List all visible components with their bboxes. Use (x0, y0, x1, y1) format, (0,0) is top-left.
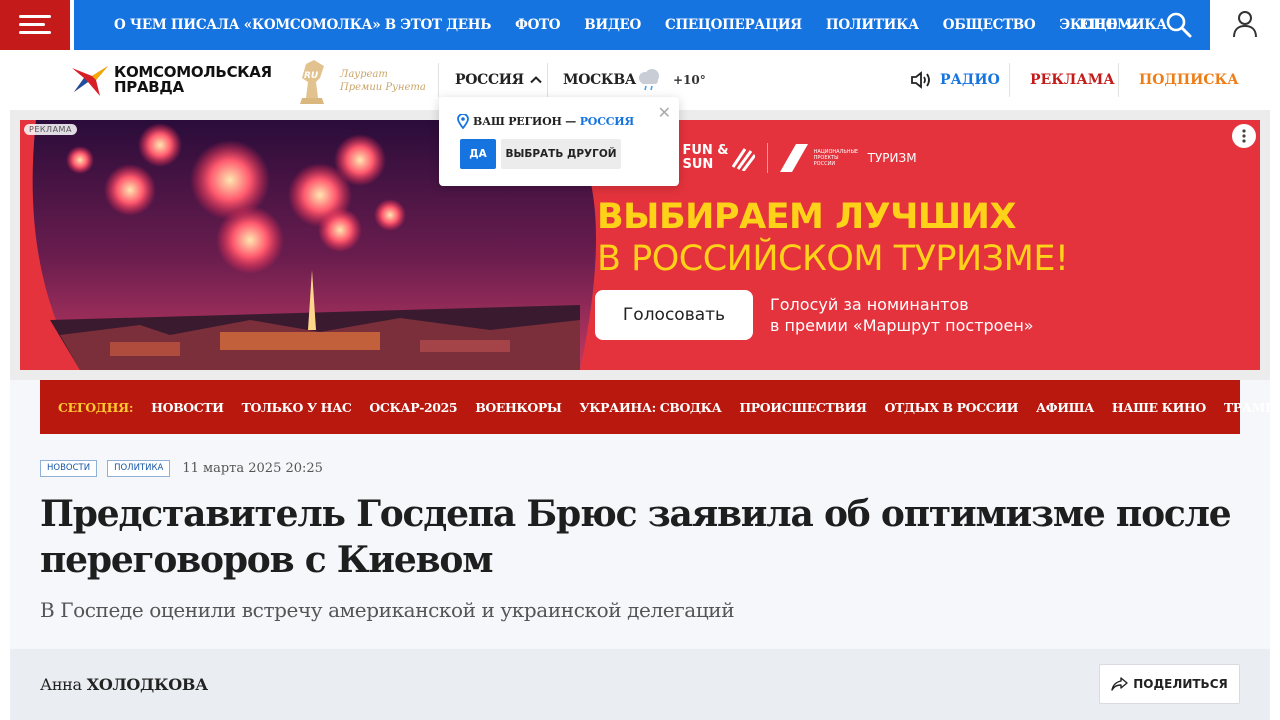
region-question: ВАШ РЕГИОН — РОССИЯ (457, 114, 634, 129)
laureat-text: Лауреат Премии Рунета (340, 68, 426, 94)
national-projects-logo: НАЦИОНАЛЬНЫЕ ПРОЕКТЫ РОССИИ (779, 144, 859, 172)
flag-shape-icon (779, 144, 808, 172)
header-divider (547, 63, 548, 97)
radio-label: РАДИО (940, 72, 1000, 88)
today-label: СЕГОДНЯ: (58, 399, 134, 415)
today-link-incidents[interactable]: ПРОИСШЕСТВИЯ (739, 400, 866, 415)
ad-headline-line-2: В РОССИЙСКОМ ТУРИЗМЕ! (597, 239, 1069, 279)
logo-line-2: ПРАВДА (114, 78, 184, 96)
funsun-line-2: SUN (682, 157, 714, 172)
article-title: Представитель Госдепа Брюс заявила об оп… (40, 493, 1232, 581)
ad-vote-text-line-1: Голосуй за номинантов (770, 295, 969, 314)
subscription-link[interactable]: ПОДПИСКА (1139, 50, 1239, 110)
more-label: ЕЩЕ (1079, 17, 1118, 33)
ad-vote-text: Голосуй за номинантов в премии «Маршрут … (770, 294, 1034, 336)
header-divider (1009, 63, 1010, 97)
today-link-news[interactable]: НОВОСТИ (151, 400, 224, 415)
svg-text:RU: RU (304, 71, 319, 81)
chevron-up-icon (530, 76, 542, 84)
today-link-war-correspondents[interactable]: ВОЕНКОРЫ (475, 400, 562, 415)
author-name[interactable]: Анна ХОЛОДКОВА (40, 649, 208, 720)
today-link-exclusive[interactable]: ТОЛЬКО У НАС (242, 400, 352, 415)
today-link-oscar[interactable]: ОСКАР-2025 (369, 400, 457, 415)
tag-politics[interactable]: ПОЛИТИКА (107, 459, 171, 477)
article-subtitle: В Госпеде оценили встречу американской и… (40, 598, 735, 622)
close-icon[interactable]: ✕ (658, 103, 671, 122)
author-bar: Анна ХОЛОДКОВА ПОДЕЛИТЬСЯ (10, 649, 1270, 720)
nav-link-video[interactable]: ВИДЕО (584, 17, 641, 33)
laureat-line-2: Премии Рунета (340, 82, 426, 93)
speaker-icon (911, 71, 930, 89)
ad-vote-text-line-2: в премии «Маршрут построен» (770, 316, 1034, 335)
nav-link-society[interactable]: ОБЩЕСТВО (943, 17, 1036, 33)
publish-date: 11 марта 2025 20:25 (182, 460, 323, 476)
national-projects-text: НАЦИОНАЛЬНЫЕ ПРОЕКТЫ РОССИИ (813, 149, 859, 167)
share-label: ПОДЕЛИТЬСЯ (1133, 677, 1228, 691)
advertising-link[interactable]: РЕКЛАМА (1030, 50, 1115, 110)
logo-bird-icon (72, 66, 108, 96)
ad-headline-line-1: ВЫБИРАЕМ ЛУЧШИХ (597, 197, 1016, 237)
site-logo[interactable]: КОМСОМОЛЬСКАЯ ПРАВДА (70, 60, 280, 100)
author-last-name: ХОЛОДКОВА (86, 675, 208, 694)
laureat-line-1: Лауреат (340, 69, 388, 80)
runet-award[interactable]: RU Лауреат Премии Рунета (294, 56, 434, 106)
today-link-travel-russia[interactable]: ОТДЫХ В РОССИИ (885, 400, 1019, 415)
top-navigation: О ЧЕМ ПИСАЛА «КОМСОМОЛКА» В ЭТОТ ДЕНЬ ФО… (0, 0, 1280, 50)
header-divider (438, 63, 439, 97)
ad-brand-logos: ЭТ ЕН FUN & SUN НАЦИОНАЛЬНЫЕ ПРОЕКТЫ РОС… (650, 140, 917, 176)
funsun-logo: FUN & SUN (682, 143, 755, 172)
ad-headline: ВЫБИРАЕМ ЛУЧШИХ В РОССИЙСКОМ ТУРИЗМЕ! (597, 196, 1069, 280)
today-link-afisha[interactable]: АФИША (1036, 400, 1094, 415)
user-icon[interactable] (1232, 10, 1258, 38)
more-vertical-icon (1242, 129, 1246, 143)
share-button[interactable]: ПОДЕЛИТЬСЯ (1099, 664, 1240, 704)
search-icon[interactable] (1164, 10, 1194, 40)
region-label: РОССИЯ (455, 72, 524, 88)
today-link-trump[interactable]: ТРАМП (1224, 400, 1277, 415)
region-confirm-popup: ✕ ВАШ РЕГИОН — РОССИЯ ДА ВЫБРАТЬ ДРУГОЙ (439, 97, 679, 186)
nav-link-politics[interactable]: ПОЛИТИКА (826, 17, 919, 33)
tag-news[interactable]: НОВОСТИ (40, 459, 98, 477)
vote-button[interactable]: Голосовать (595, 290, 753, 340)
ad-label: РЕКЛАМА (24, 124, 77, 135)
nav-link-photo[interactable]: ФОТО (515, 17, 560, 33)
nav-link-this-day[interactable]: О ЧЕМ ПИСАЛА «КОМСОМОЛКА» В ЭТОТ ДЕНЬ (114, 17, 491, 33)
section-nav-bar: О ЧЕМ ПИСАЛА «КОМСОМОЛКА» В ЭТОТ ДЕНЬ ФО… (74, 0, 1210, 50)
location-pin-icon (457, 114, 469, 129)
confirm-region-button[interactable]: ДА (460, 139, 496, 169)
today-link-our-cinema[interactable]: НАШЕ КИНО (1112, 400, 1206, 415)
more-menu-button[interactable]: ЕЩЕ (1079, 0, 1137, 50)
stripes-icon (731, 148, 755, 171)
today-topics-bar: СЕГОДНЯ: НОВОСТИ ТОЛЬКО У НАС ОСКАР-2025… (40, 380, 1277, 434)
ad-options-button[interactable] (1232, 124, 1256, 148)
share-arrow-icon (1111, 677, 1128, 691)
ad-brand-divider (766, 143, 768, 173)
menu-button[interactable] (0, 0, 70, 50)
nav-link-special-operation[interactable]: СПЕЦОПЕРАЦИЯ (665, 17, 802, 33)
today-link-ukraine-summary[interactable]: УКРАИНА: СВОДКА (579, 400, 721, 415)
article-meta: НОВОСТИ ПОЛИТИКА 11 марта 2025 20:25 (40, 459, 323, 477)
region-question-text: ВАШ РЕГИОН — (473, 115, 577, 128)
turizm-label: ТУРИЗМ (867, 151, 917, 165)
author-first-name: Анна (40, 675, 82, 694)
funsun-line-1: FUN & (682, 143, 729, 158)
section-links: О ЧЕМ ПИСАЛА «КОМСОМОЛКА» В ЭТОТ ДЕНЬ ФО… (114, 0, 1191, 50)
cloud-rain-icon (639, 69, 659, 91)
city-label: МОСКВА (563, 72, 637, 88)
chevron-down-icon (1125, 21, 1137, 29)
choose-other-region-button[interactable]: ВЫБРАТЬ ДРУГОЙ (501, 139, 621, 169)
radio-link[interactable]: РАДИО (910, 50, 1000, 110)
award-statue-icon: RU (300, 60, 324, 104)
region-question-value: РОССИЯ (579, 115, 634, 128)
hamburger-icon (19, 15, 51, 35)
header-divider (1118, 63, 1119, 97)
logo-text: КОМСОМОЛЬСКАЯ ПРАВДА (114, 65, 272, 95)
